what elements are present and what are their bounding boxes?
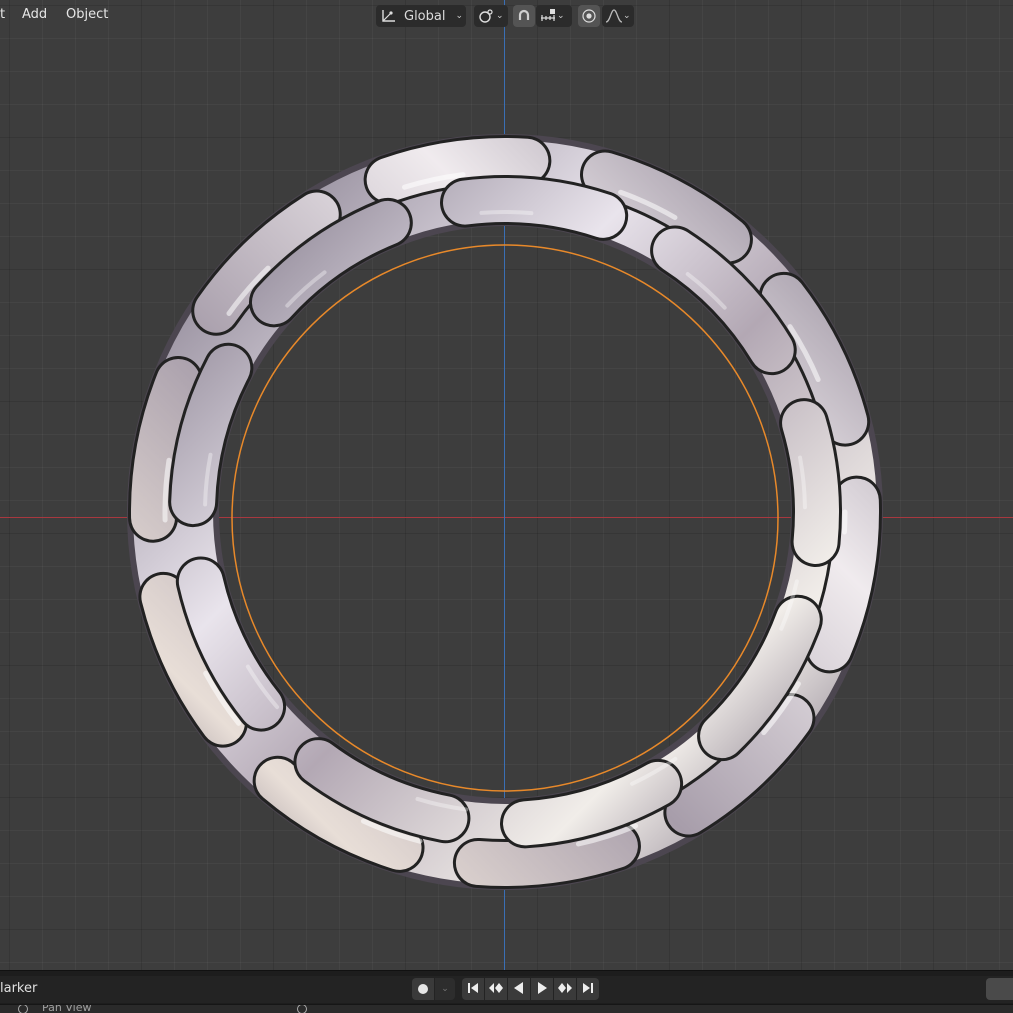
proportional-edit-icon — [582, 9, 596, 23]
mouse-icon — [297, 1005, 307, 1013]
status-pan-view: Pan View — [42, 1004, 92, 1013]
transform-orientation-dropdown[interactable]: Global ⌄ — [376, 5, 466, 27]
chevron-down-icon: ⌄ — [455, 11, 464, 21]
play-button[interactable] — [531, 978, 553, 1000]
chevron-down-icon: ⌄ — [441, 984, 449, 994]
increment-icon — [539, 8, 557, 24]
magnet-icon — [516, 8, 532, 24]
falloff-dropdown[interactable]: ⌄ — [602, 5, 634, 27]
snap-icon — [478, 8, 496, 24]
menu-select[interactable]: t — [0, 7, 5, 22]
chevron-down-icon: ⌄ — [496, 11, 504, 21]
jump-end-icon — [581, 980, 595, 999]
jump-to-end-button[interactable] — [577, 978, 599, 1000]
keying-options-dropdown[interactable]: ⌄ — [435, 978, 455, 1000]
chevron-down-icon: ⌄ — [557, 11, 565, 21]
scene-canvas[interactable] — [0, 0, 1013, 970]
mouse-icon — [18, 1005, 28, 1013]
prev-keyframe-icon — [488, 980, 504, 999]
pivot-point-dropdown[interactable]: ⌄ — [474, 5, 508, 27]
blender-window: t Add Object Global ⌄ ⌄ ⌄ ⌄ larker ⌄ Pan… — [0, 0, 1013, 1013]
jump-to-start-button[interactable] — [462, 978, 484, 1000]
frame-field[interactable] — [986, 978, 1013, 1000]
auto-keying-button[interactable] — [412, 978, 434, 1000]
snap-target-dropdown[interactable]: ⌄ — [536, 5, 572, 27]
viewport-header: t Add Object Global ⌄ ⌄ ⌄ ⌄ — [0, 0, 1013, 31]
play-icon — [535, 980, 549, 999]
selection-outline[interactable] — [231, 244, 779, 792]
menu-object[interactable]: Object — [66, 7, 108, 22]
jump-to-keyframe-next-button[interactable] — [554, 978, 576, 1000]
jump-start-icon — [466, 980, 480, 999]
menu-add[interactable]: Add — [22, 7, 47, 22]
timeline-marker-menu[interactable]: larker — [0, 981, 37, 996]
record-icon — [418, 984, 428, 994]
timeline-header: larker ⌄ — [0, 976, 1013, 1003]
timeline-status-bar: Pan View — [0, 1004, 1013, 1013]
transform-orientation-label: Global — [404, 8, 446, 24]
next-keyframe-icon — [557, 980, 573, 999]
timeline-editor: larker ⌄ Pan View — [0, 970, 1013, 1013]
3d-viewport[interactable] — [0, 0, 1013, 970]
play-reverse-icon — [512, 980, 526, 999]
falloff-curve-icon — [605, 8, 623, 24]
axes-pivot-icon — [380, 8, 398, 24]
play-reverse-button[interactable] — [508, 978, 530, 1000]
chevron-down-icon: ⌄ — [623, 11, 631, 21]
proportional-edit-button[interactable] — [578, 5, 600, 27]
jump-to-keyframe-prev-button[interactable] — [485, 978, 507, 1000]
snap-toggle-button[interactable] — [513, 5, 535, 27]
